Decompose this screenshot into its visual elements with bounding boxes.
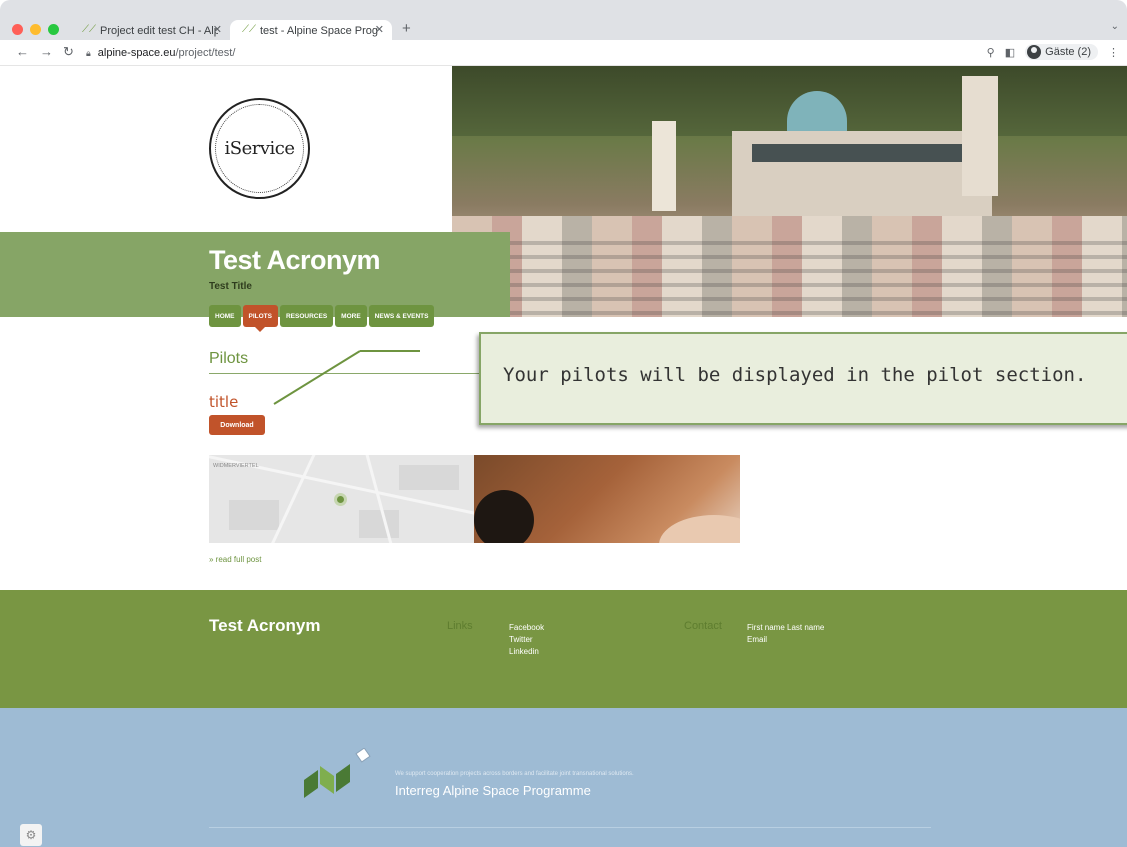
footer-contact-email[interactable]: Email <box>747 634 767 645</box>
browser-toolbar: ← → ↻ 🔒︎ alpine-space.eu/project/test/ ⚲… <box>0 40 1127 66</box>
map-pin-icon[interactable] <box>334 493 347 506</box>
programme-tagline: We support cooperation projects across b… <box>395 771 634 777</box>
pilot-map[interactable]: WIDMERVIERTEL <box>209 455 474 543</box>
read-full-post-link[interactable]: » read full post <box>209 555 261 564</box>
back-icon[interactable]: ← <box>16 44 29 59</box>
logo-text: iService <box>224 138 295 159</box>
close-window-icon[interactable] <box>12 24 23 35</box>
map-district-label: WIDMERVIERTEL <box>213 463 259 469</box>
pilot-title-link[interactable]: title <box>209 393 238 411</box>
programme-divider <box>209 827 931 828</box>
site-favicon-icon: ⟋⟋ <box>242 24 256 35</box>
programme-name: Interreg Alpine Space Programme <box>395 783 591 798</box>
url-path: /project/test/ <box>175 47 236 59</box>
tab-label: Project edit test CH - Alpine Sp <box>100 24 218 37</box>
project-title: Test Acronym <box>209 245 381 275</box>
reload-icon[interactable]: ↻ <box>63 44 74 60</box>
download-button[interactable]: Download <box>209 415 265 435</box>
browser-window: ⟋⟋ Project edit test CH - Alpine Sp ✕ ⟋⟋… <box>0 0 1127 847</box>
tooltip-text: Your pilots will be displayed in the pil… <box>503 364 1087 386</box>
project-footer: Test Acronym Links Facebook Twitter Link… <box>0 590 1127 708</box>
cookie-settings-gear-icon[interactable]: ⚙ <box>20 824 42 846</box>
profile-button[interactable]: Gäste (2) <box>1025 44 1098 60</box>
interreg-logo-icon[interactable] <box>300 748 380 808</box>
tab-close-icon[interactable]: ✕ <box>213 23 222 36</box>
toolbar-actions: ⚲ ◧ Gäste (2) ⋮ <box>987 44 1119 60</box>
hero-image <box>452 66 1127 317</box>
programme-band: We support cooperation projects across b… <box>0 708 1127 847</box>
guide-tooltip: Your pilots will be displayed in the pil… <box>479 332 1127 425</box>
nav-pilots[interactable]: PILOTS <box>242 305 278 332</box>
tab-label: test - Alpine Space Programme <box>260 24 378 37</box>
footer-link-twitter[interactable]: Twitter <box>509 634 533 645</box>
forward-icon[interactable]: → <box>40 44 53 59</box>
section-divider <box>209 373 479 374</box>
window-controls <box>12 24 59 35</box>
pilot-photo[interactable] <box>474 455 740 543</box>
sidebar-icon[interactable]: ◧ <box>1005 46 1015 59</box>
web-page: iService Test Acronym Test Title HOME PI… <box>0 66 1127 847</box>
project-nav: HOME PILOTS RESOURCES MORE NEWS & EVENTS <box>209 305 435 332</box>
footer-link-linkedin[interactable]: Linkedin <box>509 646 539 657</box>
footer-links-heading: Links <box>447 620 473 632</box>
tab-test[interactable]: ⟋⟋ test - Alpine Space Programme ✕ <box>230 20 392 41</box>
url-domain: alpine-space.eu <box>97 47 176 59</box>
footer-contact-name: First name Last name <box>747 623 825 632</box>
lock-icon[interactable]: 🔒︎ <box>86 48 91 59</box>
zoom-icon[interactable]: ⚲ <box>987 46 995 59</box>
nav-home[interactable]: HOME <box>209 305 241 327</box>
profile-icon <box>1027 45 1042 59</box>
tab-close-icon[interactable]: ✕ <box>375 23 384 36</box>
section-title: Pilots <box>209 350 249 367</box>
nav-more[interactable]: MORE <box>335 305 367 327</box>
site-favicon-icon: ⟋⟋ <box>82 24 96 35</box>
footer-title: Test Acronym <box>209 616 321 635</box>
footer-link-facebook[interactable]: Facebook <box>509 622 544 633</box>
new-tab-button[interactable]: + <box>402 20 411 37</box>
tab-project-edit[interactable]: ⟋⟋ Project edit test CH - Alpine Sp ✕ <box>70 20 230 41</box>
maximize-window-icon[interactable] <box>48 24 59 35</box>
profile-label: Gäste (2) <box>1045 46 1091 58</box>
address-bar[interactable]: 🔒︎ alpine-space.eu/project/test/ <box>86 44 1021 62</box>
nav-resources[interactable]: RESOURCES <box>279 305 334 327</box>
menu-icon[interactable]: ⋮ <box>1108 46 1119 59</box>
minimize-window-icon[interactable] <box>30 24 41 35</box>
nav-news-events[interactable]: NEWS & EVENTS <box>368 305 435 327</box>
footer-contact-heading: Contact <box>684 620 722 632</box>
project-logo[interactable]: iService <box>209 98 310 199</box>
tab-search-chevron-icon[interactable]: ⌄ <box>1111 21 1119 32</box>
tab-bar: ⟋⟋ Project edit test CH - Alpine Sp ✕ ⟋⟋… <box>0 0 1127 41</box>
project-subtitle: Test Title <box>209 281 252 292</box>
